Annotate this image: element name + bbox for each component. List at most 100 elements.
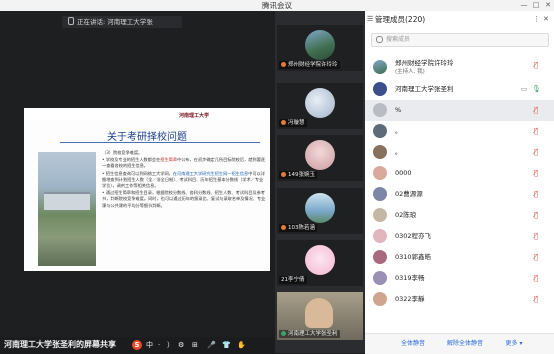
close-panel-icon[interactable]: ✕ bbox=[543, 15, 549, 23]
member-avatar bbox=[373, 271, 387, 285]
search-icon bbox=[376, 36, 383, 43]
member-name: 。 bbox=[395, 127, 402, 135]
more-button[interactable]: 更多 ▾ bbox=[499, 338, 529, 350]
video-tile[interactable]: 149张婉玉 bbox=[277, 135, 363, 181]
video-tile[interactable]: 103陈若涵 bbox=[277, 188, 363, 234]
camera-feed bbox=[305, 298, 333, 328]
slide-header: 河南理工大学 bbox=[24, 108, 270, 120]
video-tile-active-speaker[interactable]: 河南理工大学张圣利 bbox=[277, 292, 363, 340]
university-logo: 河南理工大学 bbox=[179, 113, 210, 119]
video-tile-column: 郑州财经学院许玲玲 冯璇慧 149张婉玉 103陈若涵 21李宁倩 河南理工大学… bbox=[275, 11, 365, 353]
slide-divider bbox=[60, 142, 260, 143]
member-panel: ☰ 管理成员(220) ⋮ ✕ 搜索成员 郑州财经学院许玲玲 (主持人, 我) 🎙… bbox=[365, 11, 554, 354]
ime-symbol[interactable]: ） bbox=[167, 340, 174, 350]
video-tile-label: 149张婉玉 bbox=[279, 171, 317, 179]
participant-avatar bbox=[305, 88, 335, 118]
slide-paragraph: （3）院校竞争难度。 bbox=[102, 150, 143, 155]
speaking-text: 正在讲话: 河南理工大学张 bbox=[77, 18, 153, 26]
member-row[interactable]: 02曹源源 🎙̸ bbox=[365, 184, 554, 205]
user-icon bbox=[281, 61, 286, 67]
ime-keyboard-icon[interactable]: ⊞ bbox=[192, 340, 198, 350]
ime-punctuation[interactable]: · bbox=[158, 340, 160, 350]
member-name: 郑州财经学院许玲玲 (主持人, 我) bbox=[395, 59, 454, 75]
member-row[interactable]: 02陈琅 🎙̸ bbox=[365, 205, 554, 226]
member-name: 。 bbox=[395, 148, 402, 156]
member-name: 02曹源源 bbox=[395, 190, 423, 198]
app-title: 腾讯会议 bbox=[262, 1, 292, 10]
video-tile[interactable]: 21李宁倩 bbox=[277, 240, 363, 286]
slide-paragraph: • 通过招生简章和招生目录，根据院校分数线、各科分数线、招生人数、考试科目及参考… bbox=[102, 190, 266, 208]
close-button[interactable]: ✕ bbox=[542, 0, 554, 11]
screen-share-label: 河南理工大学张圣利的屏幕共享 bbox=[4, 340, 116, 349]
mic-muted-icon[interactable]: 🎙̸ bbox=[532, 232, 540, 241]
mic-muted-icon[interactable]: 🎙̸ bbox=[532, 295, 540, 304]
screen-share-icon: ▭ bbox=[520, 85, 528, 93]
member-name: 河南理工大学张圣利 bbox=[395, 85, 454, 93]
mic-muted-icon[interactable]: 🎙̸ bbox=[532, 211, 540, 220]
ime-logo-icon[interactable]: S bbox=[132, 340, 142, 350]
member-row[interactable]: 河南理工大学张圣利 ▭ 🎙 bbox=[365, 79, 554, 100]
user-icon bbox=[281, 171, 286, 177]
mic-on-icon[interactable]: 🎙 bbox=[532, 85, 541, 94]
mic-muted-icon[interactable]: 🎙̸ bbox=[532, 274, 540, 283]
user-icon bbox=[281, 330, 286, 336]
presentation-slide: 河南理工大学 关于考研择校问题 （3）院校竞争难度。 • 学校及专业的招生人数都… bbox=[24, 108, 270, 271]
ime-toolbox-icon[interactable]: ✋ bbox=[237, 340, 246, 350]
member-row[interactable]: 0319李畅 🎙̸ bbox=[365, 268, 554, 289]
member-name: 0310郭鑫皓 bbox=[395, 253, 432, 261]
more-options-icon[interactable]: ⋮ bbox=[533, 15, 540, 23]
video-tile-label: 103陈若涵 bbox=[279, 224, 317, 232]
member-row[interactable]: 郑州财经学院许玲玲 (主持人, 我) 🎙̸ bbox=[365, 55, 554, 79]
slide-paragraph: • 招生信息查询可以到网络工大学网，在河南理工大学研究生招生网—招生信息中可以详… bbox=[102, 170, 265, 189]
member-avatar bbox=[373, 82, 387, 96]
mic-muted-icon[interactable]: 🎙̸ bbox=[532, 148, 540, 157]
participant-avatar bbox=[305, 193, 335, 223]
mic-muted-icon[interactable]: 🎙̸ bbox=[532, 190, 540, 199]
ime-skin-icon[interactable]: 👕 bbox=[222, 340, 231, 350]
member-name: 0302程亦飞 bbox=[395, 232, 432, 240]
ime-voice-icon[interactable]: 🎤 bbox=[207, 340, 216, 350]
slide-body: （3）院校竞争难度。 • 学校及专业的招生人数都会在招生简章中公布，在初步确定几… bbox=[102, 150, 266, 210]
member-row[interactable]: 。 🎙̸ bbox=[365, 142, 554, 163]
member-avatar bbox=[373, 250, 387, 264]
microphone-icon bbox=[68, 17, 74, 25]
member-row[interactable]: 。 🎙̸ bbox=[365, 121, 554, 142]
mute-all-button[interactable]: 全体静音 bbox=[393, 338, 433, 350]
minimize-button[interactable]: — bbox=[518, 0, 530, 11]
member-name: 0000 bbox=[395, 169, 412, 177]
video-tile-label: 郑州财经学院许玲玲 bbox=[279, 61, 340, 69]
member-row[interactable]: 0310郭鑫皓 🎙̸ bbox=[365, 247, 554, 268]
member-avatar bbox=[373, 60, 387, 74]
video-tile-label: 冯璇慧 bbox=[279, 119, 307, 127]
maximize-button[interactable]: □ bbox=[530, 0, 542, 11]
member-row[interactable]: % 🎙̸ bbox=[365, 100, 554, 121]
user-icon bbox=[281, 119, 286, 125]
mic-muted-icon[interactable]: 🎙̸ bbox=[532, 61, 540, 70]
slide-title: 关于考研择校问题 bbox=[107, 132, 187, 143]
member-name: 0319李畅 bbox=[395, 274, 425, 282]
participant-avatar bbox=[305, 140, 335, 170]
mic-muted-icon[interactable]: 🎙̸ bbox=[532, 253, 540, 262]
member-row[interactable]: 0302程亦飞 🎙̸ bbox=[365, 226, 554, 247]
member-avatar bbox=[373, 208, 387, 222]
share-status-bar: 河南理工大学张圣利的屏幕共享 S 中 · ） ⚙ ⊞ 🎤 👕 ✋ bbox=[0, 337, 275, 353]
mic-muted-icon[interactable]: 🎙̸ bbox=[532, 106, 540, 115]
search-placeholder: 搜索成员 bbox=[386, 36, 411, 43]
ime-settings-icon[interactable]: ⚙ bbox=[178, 340, 184, 350]
unmute-all-button[interactable]: 解除全体静音 bbox=[439, 338, 491, 350]
member-row[interactable]: 0322李靜 🎙̸ bbox=[365, 289, 554, 309]
ime-chinese-mode[interactable]: 中 bbox=[146, 340, 153, 350]
speaking-indicator: 正在讲话: 河南理工大学张 bbox=[62, 16, 182, 28]
member-name: % bbox=[395, 106, 402, 114]
mic-muted-icon[interactable]: 🎙̸ bbox=[532, 127, 540, 136]
video-tile[interactable]: 冯璇慧 bbox=[277, 83, 363, 129]
member-avatar bbox=[373, 103, 387, 117]
mic-muted-icon[interactable]: 🎙̸ bbox=[532, 169, 540, 178]
member-name: 02陈琅 bbox=[395, 211, 417, 219]
member-row[interactable]: 0000 🎙̸ bbox=[365, 163, 554, 184]
member-avatar bbox=[373, 145, 387, 159]
video-tile[interactable]: 郑州财经学院许玲玲 bbox=[277, 25, 363, 71]
member-name: 0322李靜 bbox=[395, 295, 425, 303]
member-avatar bbox=[373, 124, 387, 138]
member-search-box[interactable]: 搜索成员 bbox=[371, 33, 549, 47]
